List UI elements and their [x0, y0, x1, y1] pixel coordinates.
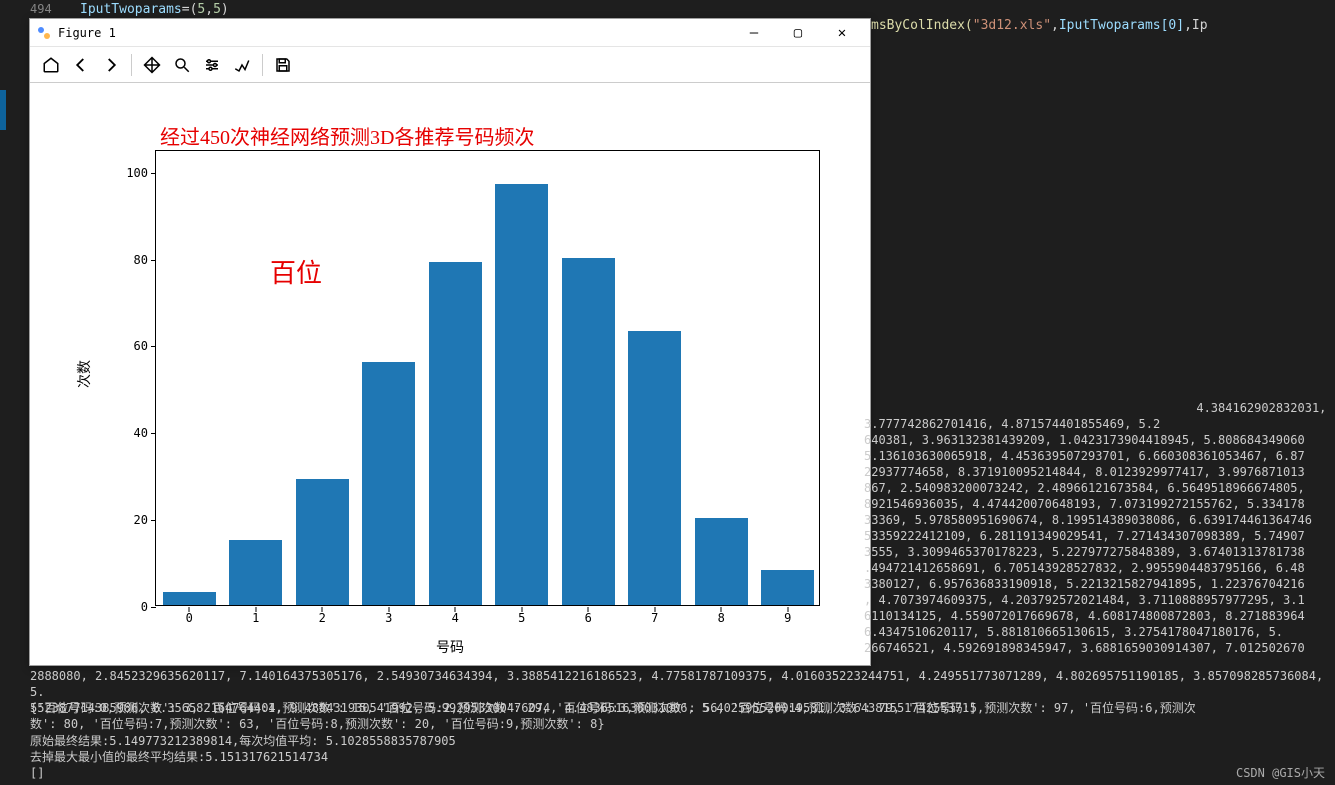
- gutter-mark: [0, 90, 6, 130]
- edit-icon[interactable]: [229, 52, 255, 78]
- window-icon: [36, 25, 52, 41]
- forward-icon[interactable]: [98, 52, 124, 78]
- bar: [163, 592, 216, 605]
- bar: [429, 262, 482, 605]
- bar: [296, 479, 349, 605]
- back-icon[interactable]: [68, 52, 94, 78]
- toolbar-separator: [131, 54, 132, 76]
- plot-area: 经过450次神经网络预测3D各推荐号码频次 百位 次数 号码 020406080…: [30, 83, 870, 665]
- window-title: Figure 1: [58, 26, 732, 40]
- code-line: 494 IputTwoparams=(5,5): [0, 0, 1335, 18]
- toolbar-separator: [262, 54, 263, 76]
- console-right-block: 4.384162902832031, 3.777742862701416, 4.…: [864, 400, 1331, 656]
- figure-window: Figure 1 — ▢ ✕ 经过450次神经网络预测3D各推荐号码频次 百位 …: [29, 18, 871, 666]
- axes-box: 0204060801000123456789: [155, 150, 820, 606]
- bar: [229, 540, 282, 605]
- toolbar: [30, 47, 870, 83]
- console-bracket: []: [30, 765, 44, 781]
- chart-title: 经过450次神经网络预测3D各推荐号码频次: [160, 121, 534, 150]
- zoom-icon[interactable]: [169, 52, 195, 78]
- titlebar[interactable]: Figure 1 — ▢ ✕: [30, 19, 870, 47]
- console-trimmed-line: 去掉最大最小值的最终平均结果:5.151317621514734: [30, 749, 328, 765]
- configure-icon[interactable]: [199, 52, 225, 78]
- code-fragment-right: msByColIndex("3d12.xls",IputTwoparams[0]…: [871, 18, 1208, 33]
- maximize-button[interactable]: ▢: [776, 19, 820, 47]
- save-icon[interactable]: [270, 52, 296, 78]
- code-content: IputTwoparams=(5,5): [80, 2, 229, 17]
- bar: [761, 570, 814, 605]
- watermark: CSDN @GIS小天: [1236, 764, 1325, 781]
- x-axis-label: 号码: [436, 637, 464, 657]
- bar: [495, 184, 548, 605]
- bar: [362, 362, 415, 605]
- y-axis-label: 次数: [74, 360, 94, 388]
- console-dict-line: {'百位号码:0,预测次数': 3, '百位号码:1,预测次数': 15, '百…: [30, 700, 1331, 732]
- bar: [695, 518, 748, 605]
- line-number: 494: [30, 2, 80, 16]
- console-avg-line: 原始最终结果:5.149773212389814,每次均值平均: 5.10285…: [30, 733, 456, 749]
- bar: [562, 258, 615, 605]
- home-icon[interactable]: [38, 52, 64, 78]
- bar: [628, 331, 681, 605]
- minimize-button[interactable]: —: [732, 19, 776, 47]
- pan-icon[interactable]: [139, 52, 165, 78]
- close-button[interactable]: ✕: [820, 19, 864, 47]
